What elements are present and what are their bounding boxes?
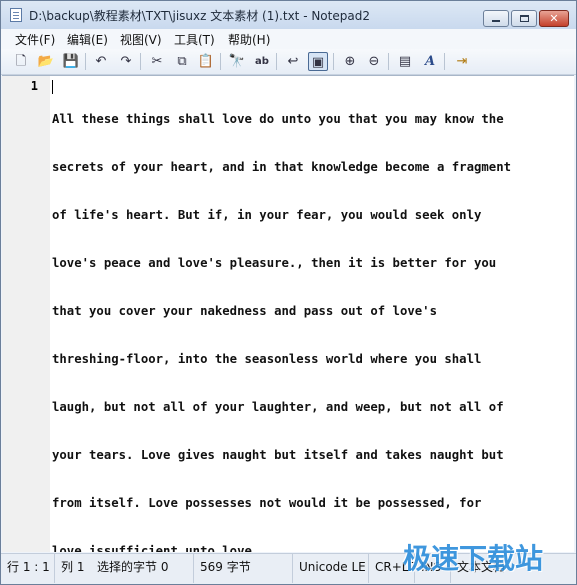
scheme-icon[interactable]: ▤ [395,52,415,71]
text-line: that you cover your nakedness and pass o… [52,304,437,318]
zoom-in-icon[interactable]: ⊕ [340,52,360,71]
title-bar[interactable]: D:\backup\教程素材\TXT\jisuxz 文本素材 (1).txt -… [1,1,576,29]
open-folder-icon[interactable]: 📂 [36,52,56,71]
menu-file[interactable]: 文件(F) [15,31,55,48]
status-line-position: 行 1 : 1 [1,554,55,583]
site-watermark: 极速下载站 [403,542,544,575]
toolbar-separator [388,53,389,70]
status-selection: 选择的字节 0 [91,554,194,583]
toolbar-separator [220,53,221,70]
close-button[interactable]: ✕ [539,10,569,27]
font-icon[interactable]: A [420,52,440,71]
text-line: secrets of your heart, and in that knowl… [52,160,512,174]
toolbar: 🗋 📂 💾 ↶ ↷ ✂ ⧉ 📋 🔭 ab ↩ ▣ ⊕ ⊖ ▤ A ⇥ [1,49,576,75]
menu-bar: 文件(F) 编辑(E) 视图(V) 工具(T) 帮助(H) [1,29,576,50]
maximize-icon [520,15,529,22]
text-line: All these things shall love do unto you … [52,112,504,126]
cut-icon[interactable]: ✂ [147,52,167,71]
word-wrap-icon[interactable]: ↩ [283,52,303,71]
exit-icon[interactable]: ⇥ [452,52,472,71]
menu-tools[interactable]: 工具(T) [174,31,215,48]
redo-icon[interactable]: ↷ [116,52,136,71]
undo-icon[interactable]: ↶ [91,52,111,71]
maximize-button[interactable] [511,10,537,27]
notepad-app-icon [10,8,22,22]
toolbar-separator [444,53,445,70]
text-line: of life's heart. But if, in your fear, y… [52,208,482,222]
toolbar-separator [276,53,277,70]
text-line: threshing-floor, into the seasonless wor… [52,352,482,366]
text-line: love's peace and love's pleasure., then … [52,256,497,270]
text-content[interactable]: All these things shall love do unto you … [52,79,562,552]
toolbar-separator [85,53,86,70]
toolbar-separator [333,53,334,70]
replace-icon[interactable]: ab [252,52,272,71]
line-number: 1 [30,79,38,93]
window-title: D:\backup\教程素材\TXT\jisuxz 文本素材 (1).txt -… [29,9,370,23]
copy-icon[interactable]: ⧉ [172,52,192,71]
close-icon: ✕ [549,12,559,25]
text-line: from itself. Love possesses not would it… [52,496,482,510]
new-file-icon[interactable]: 🗋 [11,52,31,71]
find-icon[interactable]: 🔭 [227,52,247,71]
status-encoding[interactable]: Unicode LE [293,554,369,583]
menu-edit[interactable]: 编辑(E) [67,31,108,48]
zoom-out-icon[interactable]: ⊖ [364,52,384,71]
line-number-gutter: 1 [2,76,50,552]
save-icon[interactable]: 💾 [61,52,81,71]
text-line: your tears. Love gives naught but itself… [52,448,504,462]
status-file-size: 569 字节 [194,554,293,583]
toolbar-separator [140,53,141,70]
text-line: laugh, but not all of your laughter, and… [52,400,504,414]
view-toggle-icon[interactable]: ▣ [308,52,328,71]
menu-view[interactable]: 视图(V) [120,31,162,48]
menu-help[interactable]: 帮助(H) [228,31,270,48]
status-column: 列 1 [61,560,85,574]
minimize-button[interactable] [483,10,509,27]
paste-icon[interactable]: 📋 [196,52,216,71]
notepad2-window: D:\backup\教程素材\TXT\jisuxz 文本素材 (1).txt -… [0,0,577,585]
minimize-icon [492,20,500,22]
editor-area[interactable]: 1 All these things shall love do unto yo… [2,75,574,552]
